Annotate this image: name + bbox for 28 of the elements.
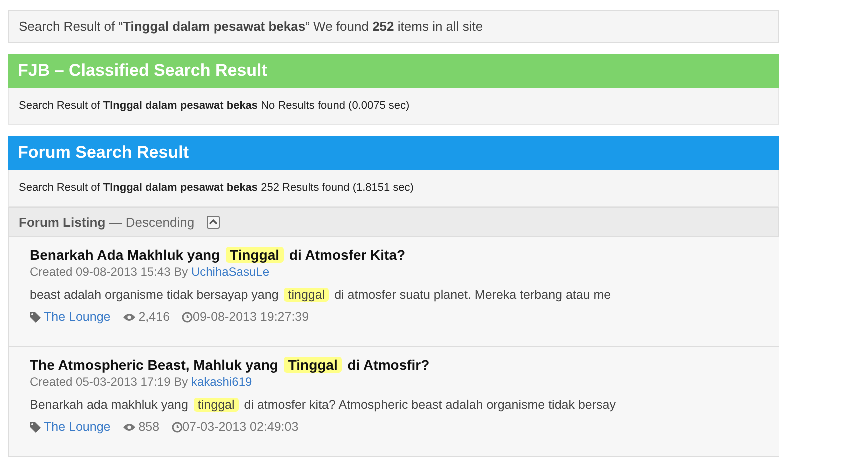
last-post-time: 09-08-2013 19:27:39 [193,310,310,324]
result-info: Search Result of TInggal dalam pesawat bekas No Results found (0.0075 sec) [8,88,779,125]
result-info: Search Result of TInggal dalam pesawat bekas 252 Results found (1.8151 sec) [8,170,779,207]
thread-meta: Created 09-08-2013 15:43 By UchihaSasuLe [30,265,271,279]
tag-icon [30,422,41,432]
thread-meta: Created 05-03-2013 17:19 By kakashi619 [30,375,254,389]
listing-label: Forum Listing — Descending [19,214,195,230]
view-count: 858 [138,420,160,434]
section-header: FJB – Classified Search Result [8,54,779,88]
eye-icon [122,422,136,432]
collapse-button[interactable] [206,216,220,228]
thread-title[interactable]: Benarkah Ada Makhluk yang Tinggal di Atmosfer Kita? [30,247,759,263]
author-link[interactable]: kakashi619 [191,375,252,389]
chevron-up-icon [208,219,218,225]
forum-link[interactable]: The Lounge [44,420,111,434]
author-link[interactable]: UchihaSasuLe [191,265,270,279]
section-header: Forum Search Result [8,136,779,170]
tag-icon [30,312,41,322]
clock-icon [172,422,183,432]
thread-title[interactable]: The Atmospheric Beast, Mahluk yang Tinggal di Atmosfir? [30,357,759,373]
eye-icon [122,312,136,322]
view-count: 2,416 [138,310,170,324]
forum-link[interactable]: The Lounge [44,310,111,324]
thread-snippet: beast adalah organisme tidak bersayap yang tinggal di atmosfer suatu planet. Mereka terbang atau me [30,288,612,302]
last-post-time: 07-03-2013 02:49:03 [182,420,299,434]
search-summary: Search Result of “Tinggal dalam pesawat bekas” We found 252 items in all site [8,10,779,43]
clock-icon [182,312,194,322]
thread-snippet: Benarkah ada makhluk yang tinggal di atmosfer kita? Atmospheric beast adalah organisme tidak bersay [30,398,617,412]
